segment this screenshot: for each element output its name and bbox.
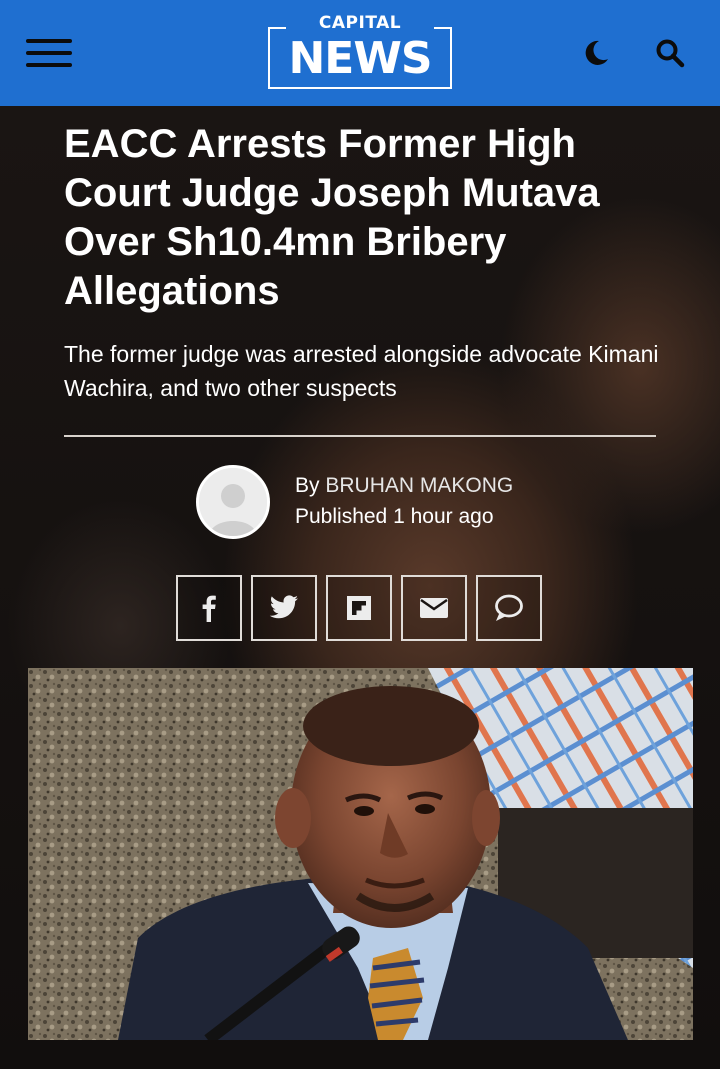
twitter-icon bbox=[269, 595, 298, 619]
by-label: By bbox=[295, 474, 320, 497]
article-subhead: The former judge was arrested alongside … bbox=[64, 341, 659, 401]
share-facebook-button[interactable] bbox=[176, 575, 242, 641]
search-icon[interactable] bbox=[654, 37, 686, 69]
share-comment-button[interactable] bbox=[476, 575, 542, 641]
share-flipboard-button[interactable] bbox=[326, 575, 392, 641]
user-placeholder-icon bbox=[199, 468, 267, 536]
logo-main-text: NEWS bbox=[288, 33, 432, 84]
comment-icon bbox=[495, 594, 523, 622]
facebook-icon bbox=[202, 595, 216, 622]
site-logo[interactable]: CAPITAL NEWS bbox=[268, 13, 452, 89]
published-label: Published bbox=[295, 505, 388, 528]
flipboard-icon bbox=[347, 596, 371, 620]
article-photo[interactable] bbox=[28, 668, 693, 1040]
published-time: 1 hour ago bbox=[393, 505, 494, 528]
byline: By BRUHAN MAKONG bbox=[295, 474, 513, 498]
header-actions bbox=[580, 37, 686, 69]
share-email-button[interactable] bbox=[401, 575, 467, 641]
share-twitter-button[interactable] bbox=[251, 575, 317, 641]
author-avatar[interactable] bbox=[196, 465, 270, 539]
email-icon bbox=[420, 598, 448, 618]
judge-portrait-image bbox=[28, 668, 693, 1040]
author-name[interactable]: BRUHAN MAKONG bbox=[325, 474, 513, 497]
menu-icon[interactable] bbox=[26, 39, 72, 67]
published-line: Published 1 hour ago bbox=[295, 505, 494, 529]
share-buttons bbox=[176, 575, 542, 641]
divider bbox=[64, 435, 656, 437]
article-headline: EACC Arrests Former High Court Judge Jos… bbox=[64, 122, 600, 313]
dark-mode-icon[interactable] bbox=[580, 37, 612, 69]
